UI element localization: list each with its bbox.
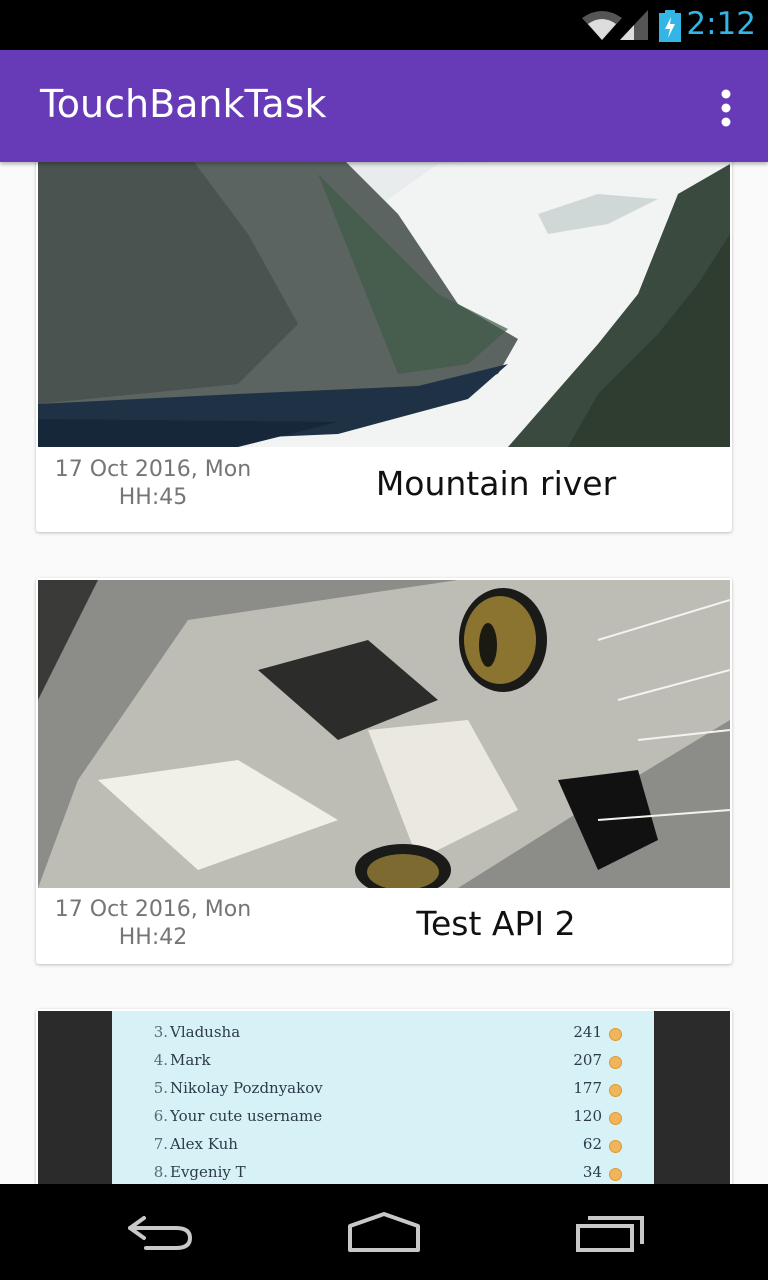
leaderboard-row: 6. Your cute username 120: [112, 1107, 632, 1135]
leaderboard-row: 8. Evgeniy T 34: [112, 1163, 632, 1184]
leaderboard-name: Vladusha: [170, 1023, 241, 1041]
battery-icon: [659, 10, 681, 42]
leaderboard-name: Your cute username: [170, 1107, 323, 1125]
navigation-bar: [0, 1184, 768, 1280]
leaderboard-name: Mark: [170, 1051, 211, 1069]
coin-icon: [609, 1112, 622, 1125]
leaderboard-rank: 5.: [153, 1079, 168, 1097]
coin-icon: [609, 1168, 622, 1181]
overflow-menu-icon[interactable]: [714, 88, 738, 128]
status-bar: 2:12: [0, 0, 768, 50]
leaderboard-score: 62: [582, 1135, 602, 1153]
coin-icon: [609, 1056, 622, 1069]
card-time: HH:45: [118, 485, 188, 510]
leaderboard-name: Nikolay Pozdnyakov: [170, 1079, 323, 1097]
leaderboard-row: 5. Nikolay Pozdnyakov 177: [112, 1079, 632, 1107]
leaderboard-score: 34: [582, 1163, 602, 1181]
home-icon[interactable]: [346, 1210, 422, 1254]
card-title: Test API 2: [416, 904, 576, 943]
leaderboard-row: 2.: [112, 1011, 632, 1023]
leaderboard-row: 3. Vladusha 241: [112, 1023, 632, 1051]
leaderboard-rank: 3.: [153, 1023, 168, 1041]
wifi-icon: [582, 11, 622, 40]
status-time: 2:12: [686, 6, 756, 42]
feed-card-test-api-2[interactable]: 17 Oct 2016, Mon HH:42 Test API 2: [36, 578, 732, 964]
leaderboard-rank: 8.: [153, 1163, 168, 1181]
coin-icon: [609, 1140, 622, 1153]
feed-card-mountain-river[interactable]: 17 Oct 2016, Mon HH:45 Mountain river: [36, 162, 732, 532]
back-icon[interactable]: [124, 1210, 196, 1254]
leaderboard-row: 4. Mark 207: [112, 1051, 632, 1079]
app-title: TouchBankTask: [40, 82, 327, 126]
leaderboard-rank: 6.: [153, 1107, 168, 1125]
card-image-leaderboard: 2. 3. Vladusha 241 4. Mark 207 5. Nikola…: [38, 1011, 730, 1184]
feed-card-leaderboard[interactable]: 2. 3. Vladusha 241 4. Mark 207 5. Nikola…: [36, 1009, 732, 1184]
card-date: 17 Oct 2016, Mon: [54, 457, 252, 482]
leaderboard-name: Alex Kuh: [170, 1135, 238, 1153]
card-title: Mountain river: [375, 464, 617, 503]
card-time: HH:42: [118, 925, 188, 950]
card-image-cat: [38, 580, 730, 888]
leaderboard-name: Evgeniy T: [170, 1163, 246, 1181]
leaderboard-panel: 2. 3. Vladusha 241 4. Mark 207 5. Nikola…: [112, 1011, 654, 1184]
card-image-mountain-river: [38, 162, 730, 447]
news-feed[interactable]: 17 Oct 2016, Mon HH:45 Mountain river 17…: [0, 162, 768, 1184]
cell-signal-icon: [620, 10, 648, 40]
recents-icon[interactable]: [574, 1210, 646, 1254]
leaderboard-rank: 4.: [153, 1051, 168, 1069]
leaderboard-row: 7. Alex Kuh 62: [112, 1135, 632, 1163]
leaderboard-score: 241: [573, 1023, 602, 1041]
coin-icon: [609, 1028, 622, 1041]
card-date: 17 Oct 2016, Mon: [54, 897, 252, 922]
coin-icon: [609, 1084, 622, 1097]
leaderboard-score: 120: [573, 1107, 602, 1125]
leaderboard-score: 177: [573, 1079, 602, 1097]
app-bar: TouchBankTask: [0, 50, 768, 162]
leaderboard-rank: 7.: [153, 1135, 168, 1153]
leaderboard-score: 207: [573, 1051, 602, 1069]
